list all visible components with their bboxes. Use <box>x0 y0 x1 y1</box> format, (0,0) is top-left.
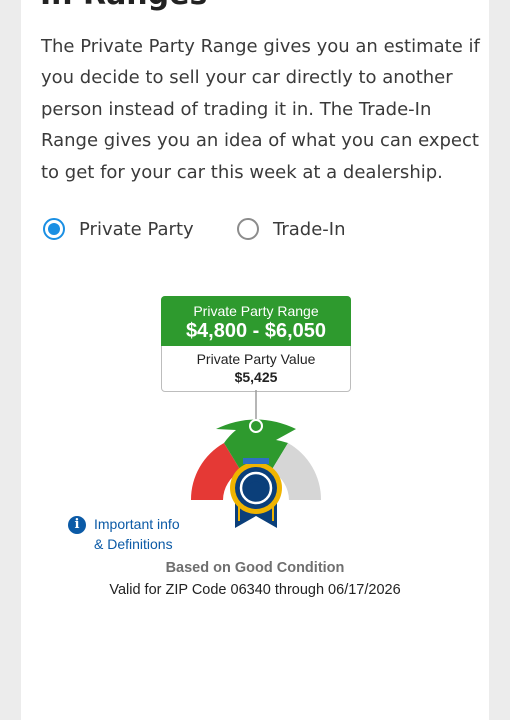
info-text: Important info & Definitions <box>94 514 214 554</box>
range-box: Private Party Range $4,800 - $6,050 Priv… <box>161 296 351 392</box>
badge-top-bar <box>243 458 269 464</box>
value-title: Private Party Value <box>196 351 316 367</box>
condition-text: Based on Good Condition <box>165 560 345 576</box>
important-info-link[interactable]: i Important info & Definitions <box>68 514 214 554</box>
range-header: Private Party Range $4,800 - $6,050 <box>161 296 351 346</box>
value-amount: $5,425 <box>234 369 278 385</box>
private-party-radio[interactable]: Private Party <box>43 218 194 240</box>
value-card: In Ranges The Private Party Range gives … <box>21 0 489 720</box>
section-heading: In Ranges <box>40 0 340 12</box>
radio-selected-icon <box>43 218 65 240</box>
range-values: $4,800 - $6,050 <box>185 320 327 342</box>
intro-paragraph: The Private Party Range gives you an est… <box>41 36 480 183</box>
radio-unselected-icon <box>237 218 259 240</box>
info-icon: i <box>68 516 86 534</box>
range-type-selector: Private Party Trade-In <box>41 214 481 248</box>
range-title: Private Party Range <box>193 303 319 319</box>
info-label-line2: & Definitions <box>94 536 173 552</box>
validity-text: Valid for ZIP Code 06340 through 06/17/2… <box>109 582 401 598</box>
private-party-label: Private Party <box>79 218 194 240</box>
gauge-pointer-dot <box>249 419 263 433</box>
trade-in-label: Trade-In <box>273 218 346 240</box>
trade-in-radio[interactable]: Trade-In <box>237 218 346 240</box>
info-label-line1: Important info <box>94 516 180 532</box>
